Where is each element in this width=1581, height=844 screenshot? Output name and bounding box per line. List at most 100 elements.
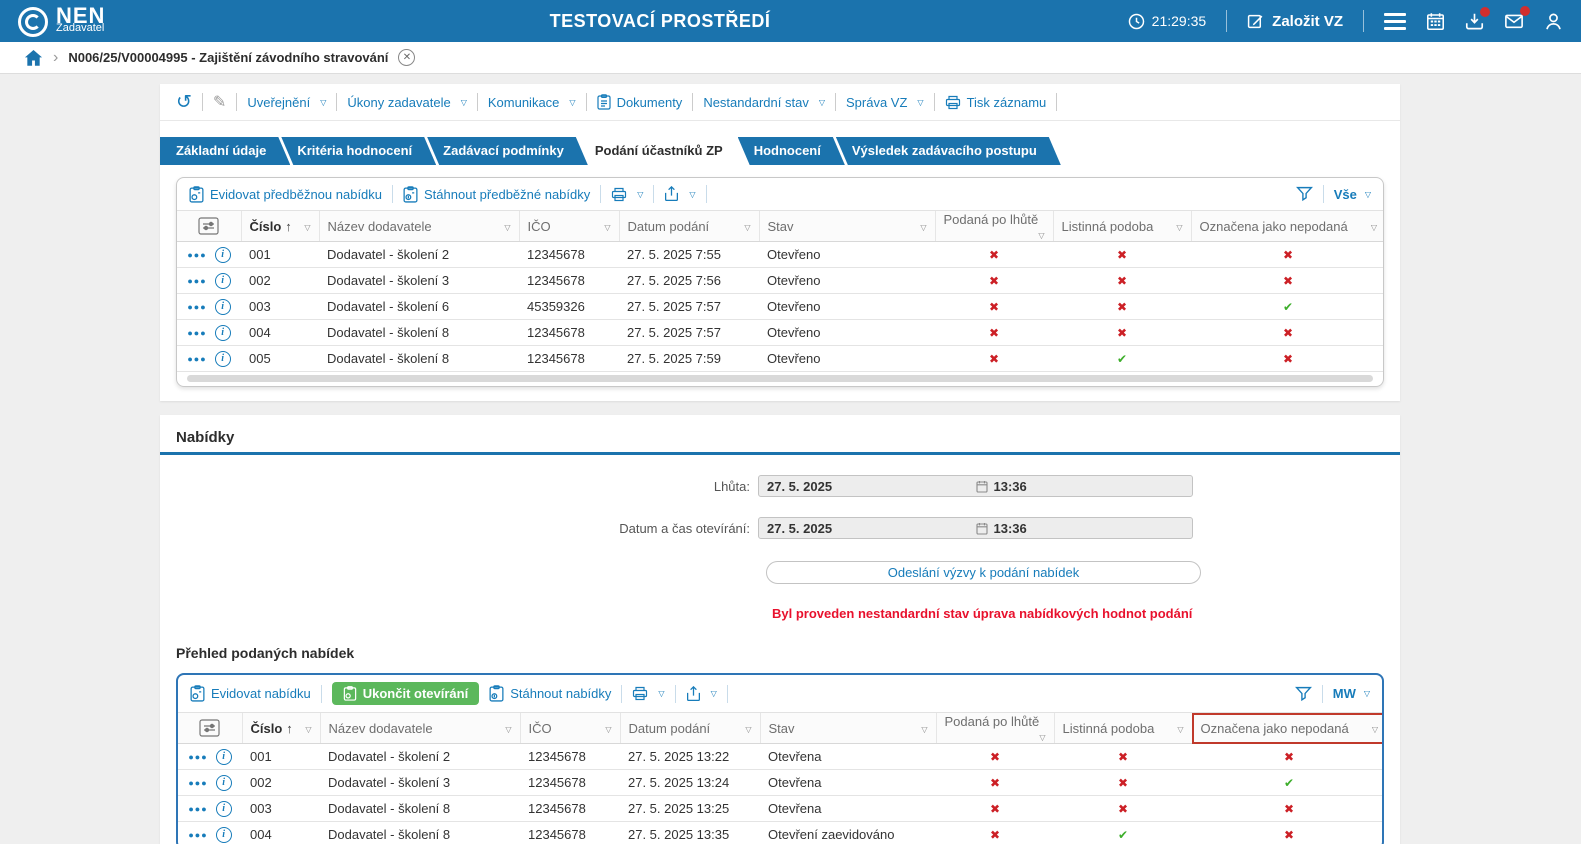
cell-datum: 27. 5. 2025 7:55 [619,241,759,268]
menu-sprava-vz[interactable]: Správa VZ [846,95,924,110]
view-filter-mw[interactable]: MW [1333,686,1370,701]
table-row[interactable]: ●●● i 002 Dodavatel - školení 3 12345678 27. … [177,267,1383,294]
column-header[interactable]: Označena jako nepodaná [1191,712,1382,744]
stahnout-nabidky-button[interactable]: Stáhnout nabídky [489,685,611,702]
row-menu-icon[interactable]: ●●● [187,302,206,312]
menu-dokumenty[interactable]: Dokumenty [596,94,682,110]
menu-uverejneni[interactable]: Uveřejnění [247,95,326,110]
column-header[interactable]: Datum podání [618,210,759,242]
table-row[interactable]: ●●● i 003 Dodavatel - školení 6 45359326 27. … [177,293,1383,320]
view-filter-vse[interactable]: Vše [1334,187,1371,202]
cross-icon: ✖ [935,241,1053,268]
breadcrumb: › N006/25/V00004995 - Zajištění závodníh… [0,42,1581,74]
menu-nestandardni-stav[interactable]: Nestandardní stav [703,95,825,110]
mail-icon[interactable] [1504,6,1530,31]
column-header[interactable]: Podaná po lhůtě [935,712,1054,744]
cell-ico: 12345678 [520,795,620,822]
column-header[interactable]: Označena jako nepodaná [1190,210,1383,242]
tab-vysledek-zadavaciho-postupu[interactable]: Výsledek zadávacího postupu [836,137,1061,165]
menu-ukony-zadavatele[interactable]: Úkony zadavatele [347,95,467,110]
evidovat-nabidku-button[interactable]: Evidovat nabídku [190,685,311,702]
table-row[interactable]: ●●● i 003 Dodavatel - školení 8 12345678 27. … [178,795,1382,822]
home-icon[interactable] [24,49,43,67]
cross-icon: ✖ [936,795,1054,822]
cell-cislo: 002 [241,267,319,294]
cell-stav: Otevřeno [767,351,821,366]
row-menu-icon[interactable]: ●●● [188,752,207,762]
create-vz-button[interactable]: Založit VZ [1247,13,1343,30]
oteviranni-datetime-field[interactable]: 27. 5. 2025 13:36 [758,517,1193,539]
info-icon[interactable]: i [214,246,231,263]
breadcrumb-item[interactable]: N006/25/V00004995 - Zajištění závodního … [68,50,388,65]
table-row[interactable]: ●●● i 004 Dodavatel - školení 8 12345678 27. … [177,319,1383,346]
tab-zakladni-udaje[interactable]: Základní údaje [160,137,290,165]
cell-ico: 12345678 [528,827,586,842]
column-header[interactable]: IČO [518,210,619,242]
column-header[interactable]: Stav [759,712,936,744]
column-header[interactable]: Datum podání [619,712,760,744]
tab-zadavaci-podminky[interactable]: Zadávací podmínky [427,137,588,165]
tab-podani-ucastniku-zp[interactable]: Podání účastníků ZP [579,137,747,165]
info-icon[interactable]: i [215,826,232,843]
row-menu-icon[interactable]: ●●● [187,250,206,260]
row-menu-icon[interactable]: ●●● [187,276,206,286]
ukoncit-oteviranni-button[interactable]: Ukončit otevírání [331,682,480,705]
cell-datum: 27. 5. 2025 13:22 [620,743,760,770]
info-icon[interactable]: i [214,324,231,341]
row-menu-icon[interactable]: ●●● [188,830,207,840]
close-record-icon[interactable]: ✕ [398,49,416,66]
downloads-icon[interactable] [1465,6,1490,31]
info-icon[interactable]: i [215,774,232,791]
table-row[interactable]: ●●● i 001 Dodavatel - školení 2 12345678 27. … [177,241,1383,268]
table-row[interactable]: ●●● i 002 Dodavatel - školení 3 12345678 27. … [178,769,1382,796]
user-profile-icon[interactable] [1544,12,1563,31]
column-header[interactable]: Název dodavatele [319,712,520,744]
column-header[interactable]: Stav [758,210,935,242]
table-row[interactable]: ●●● i 001 Dodavatel - školení 2 12345678 27. … [178,743,1382,770]
calendar-icon[interactable] [1426,12,1445,31]
column-header[interactable]: Listinná podoba [1052,210,1191,242]
info-icon[interactable]: i [215,800,232,817]
row-menu-icon[interactable]: ●●● [187,354,206,364]
column-header[interactable]: Číslo [241,712,320,744]
evidovat-predbeznou-nabidku-button[interactable]: Evidovat předběžnou nabídku [189,185,382,203]
clipboard-download-icon [403,185,418,203]
export-grid-button[interactable] [664,186,695,202]
column-header[interactable]: Číslo [240,210,319,242]
odeslani-vyzvy-button[interactable]: Odeslání výzvy k podání nabídek [766,561,1201,584]
menu-icon[interactable] [1384,12,1406,30]
table-row[interactable]: ●●● i 004 Dodavatel - školení 8 12345678 27. … [178,822,1382,844]
row-menu-icon[interactable]: ●●● [188,804,207,814]
tab-kriteria-hodnoceni[interactable]: Kritéria hodnocení [281,137,436,165]
info-icon[interactable]: i [214,272,231,289]
submitted-bids-grid: Evidovat nabídku Ukončit otevírání Stáhn… [176,673,1384,844]
column-header[interactable]: Název dodavatele [318,210,519,242]
info-icon[interactable]: i [214,350,231,367]
export-grid-button[interactable] [686,685,717,702]
row-menu-icon[interactable]: ●●● [187,328,206,338]
filter-icon[interactable] [1294,686,1312,702]
edit-record-icon[interactable]: ✎ [213,92,226,112]
column-settings-icon[interactable] [178,712,242,744]
column-header[interactable]: IČO [519,712,620,744]
column-settings-icon[interactable] [177,210,241,242]
stahnout-predbezne-nabidky-button[interactable]: Stáhnout předběžné nabídky [403,185,590,203]
cell-datum: 27. 5. 2025 13:25 [620,795,760,822]
tab-hodnoceni[interactable]: Hodnocení [738,137,845,165]
table-row[interactable]: ●●● i 005 Dodavatel - školení 8 12345678 27. … [177,346,1383,372]
menu-komunikace[interactable]: Komunikace [488,95,576,110]
lhuta-datetime-field[interactable]: 27. 5. 2025 13:36 [758,475,1193,497]
print-grid-button[interactable] [611,187,643,202]
refresh-icon[interactable]: ↺ [176,93,192,112]
menu-tisk-zaznamu[interactable]: Tisk záznamu [945,95,1046,110]
info-icon[interactable]: i [214,298,231,315]
info-icon[interactable]: i [215,748,232,765]
column-header[interactable]: Podaná po lhůtě [934,210,1053,242]
column-header[interactable]: Listinná podoba [1053,712,1192,744]
horizontal-scrollbar[interactable] [187,375,1373,382]
cell-datum: 27. 5. 2025 7:57 [619,293,759,320]
row-menu-icon[interactable]: ●●● [188,778,207,788]
print-grid-button[interactable] [632,686,664,701]
filter-icon[interactable] [1295,186,1313,202]
nen-logo[interactable]: NEN Zadavatel [18,5,105,37]
